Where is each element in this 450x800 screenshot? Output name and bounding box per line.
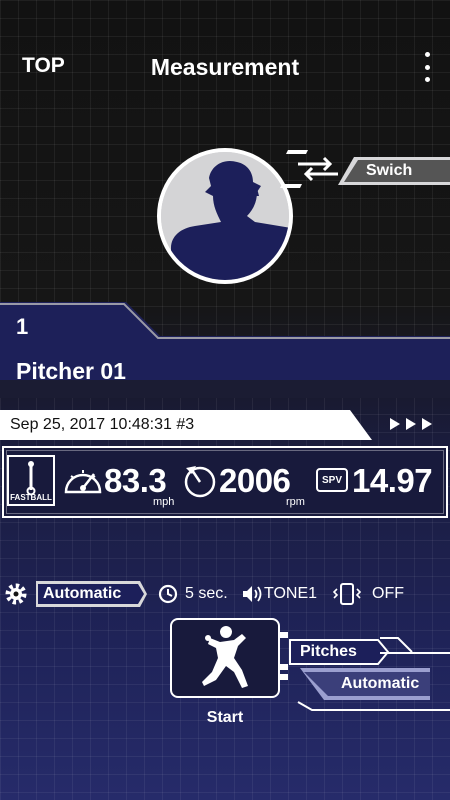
interval-setting[interactable]: 5 sec. <box>185 585 228 603</box>
switch-button[interactable]: Swich <box>336 156 450 186</box>
pitcher-name[interactable]: Pitcher 01 <box>16 358 126 385</box>
automatic-button[interactable]: Automatic <box>341 675 419 693</box>
pitcher-avatar[interactable] <box>157 148 293 284</box>
speedometer-icon <box>64 470 102 494</box>
rotation-icon <box>184 466 216 498</box>
vibration-setting[interactable]: OFF <box>372 585 404 603</box>
rotation-unit: rpm <box>286 496 305 508</box>
speed-value: 83.3 <box>104 462 167 499</box>
page-title: Measurement <box>150 54 300 80</box>
pitch-type-label: FASTBALL <box>10 493 52 502</box>
start-button[interactable] <box>170 618 280 698</box>
start-label: Start <box>206 709 244 726</box>
record-datetime: Sep 25, 2017 10:48:31 #3 <box>10 416 195 433</box>
pitcher-number: 1 <box>16 314 29 339</box>
pitch-type-box: FASTBALL <box>7 455 55 506</box>
spv-value: 14.97 <box>352 462 433 499</box>
pitches-button[interactable]: Pitches <box>300 643 357 661</box>
tone-setting[interactable]: TONE1 <box>264 585 317 603</box>
next-record-arrows-icon[interactable] <box>390 418 442 432</box>
person-silhouette-icon <box>161 152 289 280</box>
options-graphic <box>280 632 450 711</box>
mode-setting-button[interactable]: Automatic <box>0 580 148 608</box>
switch-label: Swich <box>366 162 413 179</box>
speed-unit: mph <box>153 496 175 508</box>
mode-label: Automatic <box>43 585 122 602</box>
clock-icon[interactable] <box>158 584 178 604</box>
spv-badge: SPV <box>316 468 348 492</box>
vibrate-icon[interactable] <box>332 582 362 606</box>
more-vert-icon[interactable] <box>420 52 434 82</box>
speaker-icon[interactable] <box>241 584 263 604</box>
pitcher-throwing-icon <box>202 626 248 688</box>
gear-icon <box>5 583 27 605</box>
rotation-value: 2006 <box>219 462 291 499</box>
pitch-grip-icon <box>26 461 36 496</box>
